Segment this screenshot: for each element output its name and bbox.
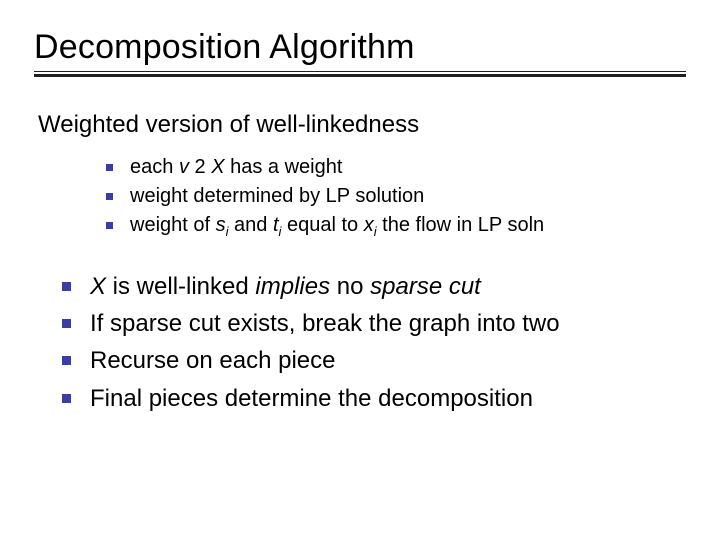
text-run: If sparse cut exists, break the graph in… (90, 310, 560, 337)
italic-run: xi (364, 214, 377, 236)
italic-run: sparse cut (370, 273, 481, 300)
text-run: Final pieces determine the decomposition (90, 385, 533, 412)
slide: Decomposition Algorithm Weighted version… (0, 0, 720, 540)
italic-run: X (211, 156, 224, 178)
italic-run: si (216, 214, 229, 236)
bullet-icon (62, 319, 71, 328)
bullet-icon (62, 394, 71, 403)
list-item: Recurse on each piece (62, 342, 686, 379)
text-run: and (229, 214, 273, 236)
bullet-icon (62, 282, 71, 291)
bullet-icon (62, 356, 71, 365)
text-run: weight of (130, 214, 216, 236)
italic-run: implies (255, 273, 330, 300)
bullet-icon (106, 193, 113, 200)
bullet-icon (106, 222, 113, 229)
italic-run: v (179, 156, 195, 178)
title-rule (34, 71, 686, 77)
text-run: each (130, 156, 179, 178)
italic-run: X (90, 273, 106, 300)
text-run: Recurse on each piece (90, 347, 335, 374)
text-run: 2 (195, 156, 212, 178)
outer-list: X is well-linked implies no sparse cut I… (62, 268, 686, 417)
text-run: is well-linked (106, 273, 255, 300)
text-run: weight determined by LP solution (130, 185, 424, 207)
text-run: has a weight (225, 156, 343, 178)
inner-list: each v 2 X has a weight weight determine… (106, 153, 686, 240)
bullet-icon (106, 164, 113, 171)
rule-thin (34, 71, 686, 72)
list-item: each v 2 X has a weight (106, 153, 686, 182)
rule-thick (34, 74, 686, 77)
list-item: If sparse cut exists, break the graph in… (62, 305, 686, 342)
list-item: weight determined by LP solution (106, 182, 686, 211)
text-run: no (330, 273, 370, 300)
list-item: weight of si and ti equal to xi the flow… (106, 211, 686, 240)
list-item: X is well-linked implies no sparse cut (62, 268, 686, 305)
text-run: the flow in LP soln (377, 214, 545, 236)
list-item: Final pieces determine the decomposition (62, 380, 686, 417)
slide-title: Decomposition Algorithm (34, 28, 686, 67)
text-run: equal to (281, 214, 363, 236)
slide-subtitle: Weighted version of well-linkedness (38, 111, 686, 139)
